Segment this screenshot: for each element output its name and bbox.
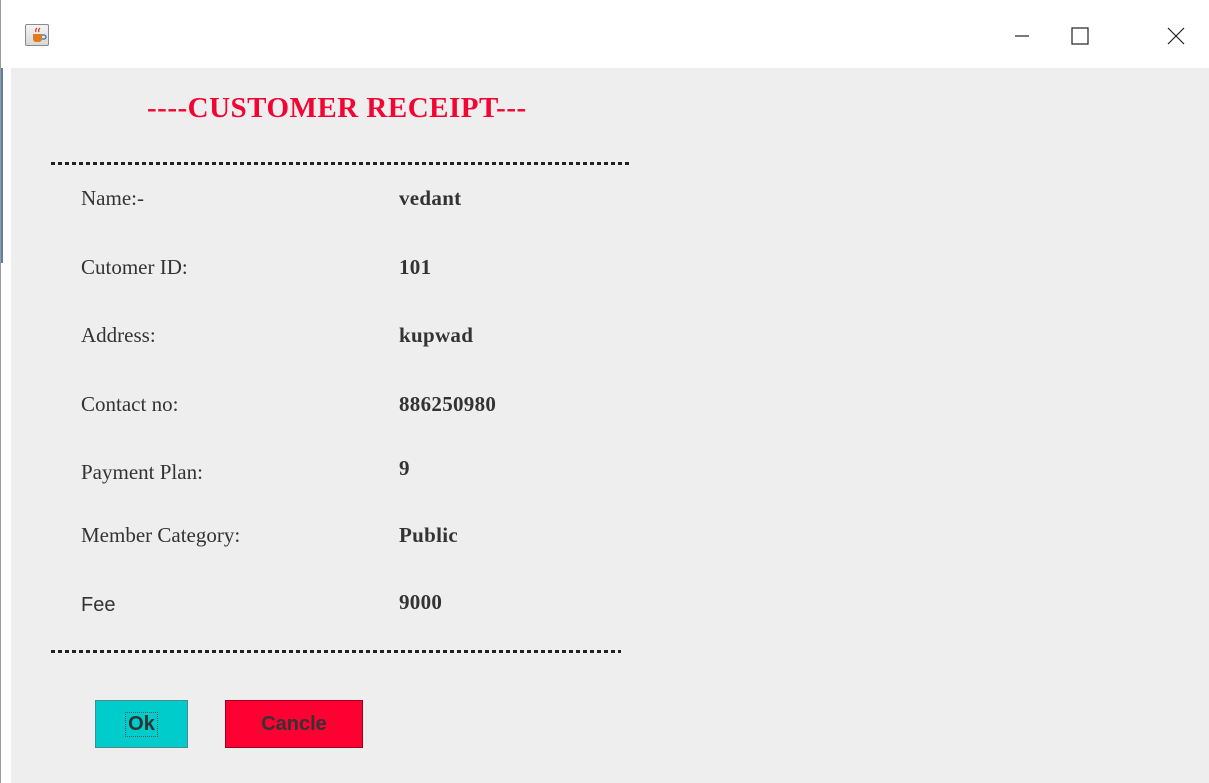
fee-value: 9000: [399, 590, 443, 614]
minimize-icon: [1015, 35, 1029, 37]
bottom-divider: [51, 650, 621, 653]
address-value: kupwad: [399, 323, 474, 347]
ok-button-label: Ok: [125, 711, 158, 737]
contact-no-value: 886250980: [399, 392, 497, 416]
maximize-button[interactable]: [1057, 18, 1103, 54]
name-label: Name:-: [81, 186, 144, 210]
close-icon: [1167, 27, 1185, 45]
customer-id-value: 101: [399, 255, 432, 279]
contact-no-label: Contact no:: [81, 392, 179, 416]
member-category-value: Public: [399, 523, 458, 547]
maximize-icon: [1071, 27, 1089, 45]
minimize-button[interactable]: [999, 18, 1045, 54]
receipt-panel: ----CUSTOMER RECEIPT--- Name:- vedant Cu…: [11, 68, 1209, 783]
payment-plan-label: Payment Plan:: [81, 460, 203, 484]
name-value: vedant: [399, 186, 462, 210]
cancel-button-label: Cancle: [261, 712, 327, 735]
member-category-label: Member Category:: [81, 523, 241, 547]
receipt-window: ----CUSTOMER RECEIPT--- Name:- vedant Cu…: [0, 0, 1209, 783]
java-coffee-icon[interactable]: [25, 24, 49, 46]
payment-plan-value: 9: [399, 456, 410, 480]
ok-button[interactable]: Ok: [95, 700, 188, 748]
address-label: Address:: [81, 323, 156, 347]
customer-id-label: Cutomer ID:: [81, 255, 188, 279]
title-bar[interactable]: [1, 0, 1209, 68]
top-divider: [51, 162, 629, 165]
receipt-title: ----CUSTOMER RECEIPT---: [147, 92, 527, 124]
cancel-button[interactable]: Cancle: [225, 700, 363, 748]
close-button[interactable]: [1153, 18, 1199, 54]
fee-label: Fee: [81, 594, 116, 616]
